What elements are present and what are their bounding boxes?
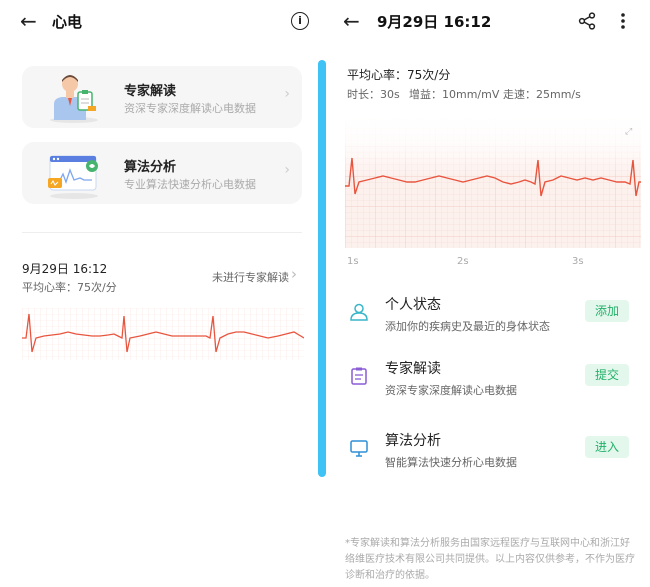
page-title: 9月29日 16:12: [377, 13, 492, 31]
meta-speed: 走速：25mm/s: [503, 88, 581, 101]
left-topbar: ← 心电 i: [0, 0, 322, 44]
more-vertical-icon[interactable]: [620, 12, 626, 30]
info-icon[interactable]: i: [291, 12, 309, 30]
submit-button[interactable]: 提交: [585, 364, 629, 386]
ecg-chart[interactable]: ⤢: [345, 116, 641, 258]
section-divider: [22, 232, 302, 233]
left-panel: ← 心电 i 专家解读 资深专家深度解读心电数据 › 算法分析 专业算法快速分析…: [0, 0, 322, 587]
meta-duration: 时长：30s: [347, 88, 400, 101]
meta-gain: 增益：10mm/mV: [409, 88, 500, 101]
algorithm-card[interactable]: 算法分析 专业算法快速分析心电数据 ›: [22, 142, 302, 204]
algorithm-card-subtitle: 专业算法快速分析心电数据: [124, 178, 256, 191]
algorithm-card-title: 算法分析: [124, 160, 177, 175]
algorithm-analysis-item[interactable]: 算法分析 智能算法快速分析心电数据 进入: [349, 430, 629, 490]
expert-review-subtitle: 资深专家深度解读心电数据: [385, 384, 517, 397]
scroll-indicator[interactable]: [318, 60, 326, 477]
record-status: 未进行专家解读: [212, 271, 289, 284]
share-icon[interactable]: [578, 12, 596, 30]
disclaimer-text: *专家解读和算法分析服务由国家远程医疗与互联网中心和浙江好络维医疗技术有限公司共…: [345, 538, 635, 581]
axis-label-3s: 3s: [572, 256, 584, 267]
record-datetime: 9月29日 16:12: [22, 262, 108, 276]
monitor-icon: [350, 440, 368, 457]
add-button[interactable]: 添加: [585, 300, 629, 322]
expert-card-title: 专家解读: [124, 84, 177, 99]
enter-button[interactable]: 进入: [585, 436, 629, 458]
expert-review-title: 专家解读: [385, 361, 441, 377]
right-topbar: ← 9月29日 16:12: [327, 0, 650, 44]
algorithm-analysis-subtitle: 智能算法快速分析心电数据: [385, 456, 517, 469]
doctor-illustration-icon: [50, 75, 98, 123]
chart-window-illustration-icon: [48, 155, 98, 199]
expert-card-subtitle: 资深专家深度解读心电数据: [124, 102, 256, 115]
clipboard-icon: [351, 367, 367, 385]
expand-icon[interactable]: ⤢: [624, 127, 632, 137]
ecg-thumbnail: [22, 308, 304, 360]
expert-review-item[interactable]: 专家解读 资深专家深度解读心电数据 提交: [349, 358, 629, 418]
chevron-right-icon: ›: [284, 162, 290, 178]
record-avg-hr: 平均心率：75次/分: [22, 281, 117, 294]
personal-status-item[interactable]: 个人状态 添加你的疾病史及最近的身体状态 添加: [349, 294, 629, 354]
back-arrow-icon[interactable]: ←: [20, 10, 37, 32]
algorithm-analysis-title: 算法分析: [385, 433, 441, 449]
personal-status-title: 个人状态: [385, 297, 441, 313]
chevron-right-icon: ›: [284, 86, 290, 102]
expert-card[interactable]: 专家解读 资深专家深度解读心电数据 ›: [22, 66, 302, 128]
avg-heart-rate: 平均心率：75次/分: [347, 68, 451, 82]
personal-status-subtitle: 添加你的疾病史及最近的身体状态: [385, 320, 550, 333]
back-arrow-icon[interactable]: ←: [343, 10, 360, 32]
right-panel: ← 9月29日 16:12 平均心率：75次/分 时长：30s 增益：10mm/…: [327, 0, 650, 587]
person-icon: [350, 303, 368, 321]
chevron-right-icon: ›: [291, 265, 297, 283]
axis-label-2s: 2s: [457, 256, 469, 267]
page-title: 心电: [52, 13, 83, 31]
axis-label-1s: 1s: [347, 256, 359, 267]
